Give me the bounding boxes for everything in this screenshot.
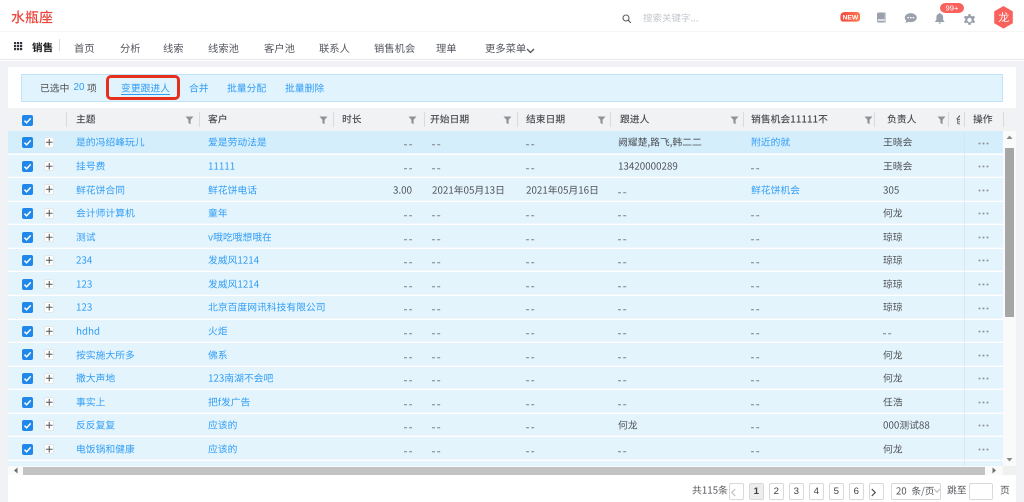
svg-text:99+: 99+ (945, 4, 958, 13)
svg-text:NEW: NEW (842, 14, 859, 21)
